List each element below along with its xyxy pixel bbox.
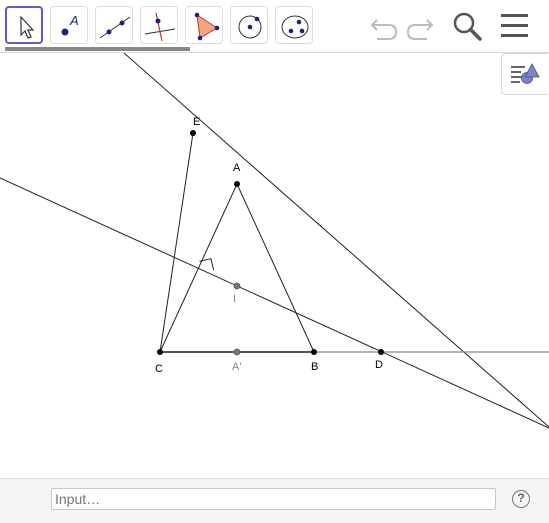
circle-center-point-icon: [238, 15, 262, 39]
perpendicular-line-tool-button[interactable]: [140, 6, 178, 44]
point-I[interactable]: [233, 282, 241, 290]
point-tool-label: A: [69, 13, 79, 28]
input-bar: ?: [0, 478, 549, 523]
point-D[interactable]: [378, 349, 384, 355]
perpendicular-bisector-line[interactable]: [0, 177, 549, 429]
search-icon[interactable]: [451, 10, 485, 44]
graphics-view[interactable]: E A I C A' B D: [0, 53, 549, 478]
hamburger-menu-icon[interactable]: [498, 10, 532, 44]
circle-tool-button[interactable]: [230, 6, 268, 44]
perpendicular-line-icon: [144, 12, 176, 42]
segment-CE[interactable]: [159, 132, 194, 353]
toolbar-scroll-indicator: [5, 47, 190, 51]
label-A-prime: A': [232, 361, 241, 373]
label-B: B: [311, 361, 318, 373]
conic-tool-button[interactable]: [275, 6, 313, 44]
line-ED[interactable]: [123, 53, 549, 428]
point-E[interactable]: [190, 130, 196, 136]
polygon-icon: [194, 12, 220, 41]
arrow-cursor-icon: [20, 15, 35, 39]
point-C[interactable]: [157, 349, 163, 355]
label-E: E: [193, 116, 200, 128]
help-icon: ?: [517, 491, 525, 505]
line-tool-button[interactable]: [95, 6, 133, 44]
label-A: A: [233, 162, 241, 174]
segment-AB[interactable]: [236, 183, 315, 353]
algebra-input-field[interactable]: [51, 488, 496, 510]
right-angle-marker: [199, 258, 215, 271]
point-icon: A: [61, 13, 79, 36]
style-bar-toggle-icon: [511, 63, 540, 84]
ellipse-icon: [281, 15, 309, 39]
point-A[interactable]: [234, 181, 240, 187]
segment-CA[interactable]: [159, 183, 238, 353]
help-button[interactable]: ?: [512, 490, 530, 508]
label-D: D: [375, 359, 383, 371]
undo-icon[interactable]: [367, 10, 401, 44]
point-B[interactable]: [311, 349, 317, 355]
toolbar: A: [0, 0, 549, 53]
style-bar-toggle-button[interactable]: [501, 53, 548, 95]
label-C: C: [155, 363, 163, 375]
polygon-tool-button[interactable]: [185, 6, 223, 44]
point-tool-button[interactable]: A: [50, 6, 88, 44]
move-tool-button[interactable]: [5, 6, 43, 44]
label-I: I: [233, 293, 236, 305]
redo-icon[interactable]: [403, 10, 437, 44]
point-A-prime[interactable]: [233, 348, 241, 356]
line-icon: [99, 16, 131, 39]
